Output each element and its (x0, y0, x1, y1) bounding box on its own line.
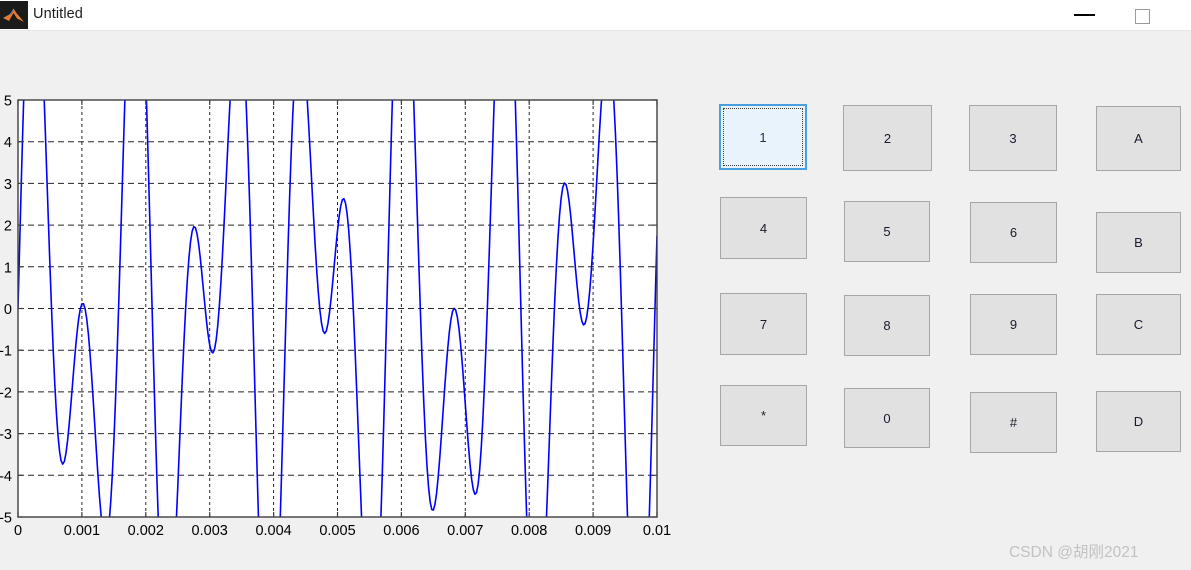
keypad-button-D[interactable]: D (1096, 391, 1181, 452)
keypad-button-star[interactable]: * (720, 385, 807, 446)
svg-text:0.008: 0.008 (511, 523, 547, 539)
keypad-button-label: 3 (1009, 130, 1017, 146)
svg-text:0: 0 (4, 302, 12, 318)
keypad-button-label: 1 (759, 129, 767, 145)
keypad-button-2[interactable]: 2 (843, 105, 932, 171)
keypad-button-label: C (1133, 317, 1144, 332)
keypad-button-3[interactable]: 3 (969, 105, 1057, 171)
keypad-button-label: * (760, 408, 767, 423)
keypad-button-label: 5 (883, 224, 891, 239)
keypad-button-1[interactable]: 1 (719, 104, 807, 170)
svg-text:0.002: 0.002 (128, 523, 164, 539)
svg-text:-3: -3 (0, 427, 12, 443)
svg-text:0: 0 (14, 523, 22, 539)
svg-text:4: 4 (4, 135, 12, 151)
maximize-button[interactable] (1120, 0, 1166, 30)
keypad-button-label: 9 (1009, 317, 1018, 332)
dtmf-waveform-axes: 0 0.001 0.002 0.003 0.004 0.005 0.006 0.007 0.00… (0, 94, 671, 540)
keypad-button-label: 4 (759, 220, 768, 236)
keypad-button-label: B (1134, 235, 1143, 250)
keypad-button-label: 2 (883, 130, 892, 146)
svg-text:3: 3 (4, 177, 12, 193)
minimize-button[interactable] (1062, 0, 1108, 30)
keypad-button-7[interactable]: 7 (720, 293, 807, 355)
svg-text:1: 1 (4, 260, 12, 276)
csdn-watermark: CSDN @胡刚2021 (1009, 544, 1139, 561)
keypad-button-5[interactable]: 5 (844, 201, 930, 262)
maximize-icon (1135, 9, 1150, 24)
waveform-plot-panel: 0 0.001 0.002 0.003 0.004 0.005 0.006 0.007 0.00… (0, 30, 700, 570)
matlab-logo-icon (0, 1, 28, 29)
keypad-button-9[interactable]: 9 (970, 294, 1057, 355)
keypad-button-A[interactable]: A (1096, 106, 1181, 171)
svg-text:0.007: 0.007 (447, 523, 483, 539)
keypad-button-label: D (1133, 414, 1144, 429)
svg-text:0.005: 0.005 (319, 523, 355, 539)
svg-text:-2: -2 (0, 385, 12, 401)
keypad-button-4[interactable]: 4 (720, 197, 807, 259)
keypad-button-label: 8 (883, 318, 891, 333)
svg-text:-4: -4 (0, 469, 12, 485)
keypad-button-B[interactable]: B (1096, 212, 1181, 273)
keypad-button-hash[interactable]: # (970, 392, 1057, 453)
matlab-gui-window: Untitled 0 0.001 0.002 0.003 0.004 0.005 0.006… (0, 0, 1191, 570)
svg-text:2: 2 (4, 219, 12, 235)
minimize-icon (1074, 14, 1095, 16)
svg-text:0.006: 0.006 (383, 523, 419, 539)
keypad-button-label: # (1009, 415, 1018, 430)
svg-text:0.001: 0.001 (64, 523, 100, 539)
svg-text:0.01: 0.01 (643, 523, 671, 539)
keypad-button-8[interactable]: 8 (844, 295, 930, 356)
svg-text:0.004: 0.004 (255, 523, 291, 539)
keypad-button-label: 6 (1009, 225, 1018, 240)
keypad-button-C[interactable]: C (1096, 294, 1181, 355)
svg-text:0.003: 0.003 (192, 523, 228, 539)
svg-text:-5: -5 (0, 511, 12, 527)
keypad-button-6[interactable]: 6 (970, 202, 1057, 263)
keypad-button-label: A (1134, 131, 1143, 146)
keypad-button-label: 7 (759, 316, 768, 332)
keypad-button-0[interactable]: 0 (844, 388, 930, 448)
title-bar: Untitled (0, 0, 1191, 31)
keypad-button-label: 0 (883, 410, 891, 426)
window-title: Untitled (33, 6, 83, 22)
svg-text:-1: -1 (0, 344, 12, 360)
svg-text:5: 5 (4, 94, 12, 110)
svg-text:0.009: 0.009 (575, 523, 611, 539)
